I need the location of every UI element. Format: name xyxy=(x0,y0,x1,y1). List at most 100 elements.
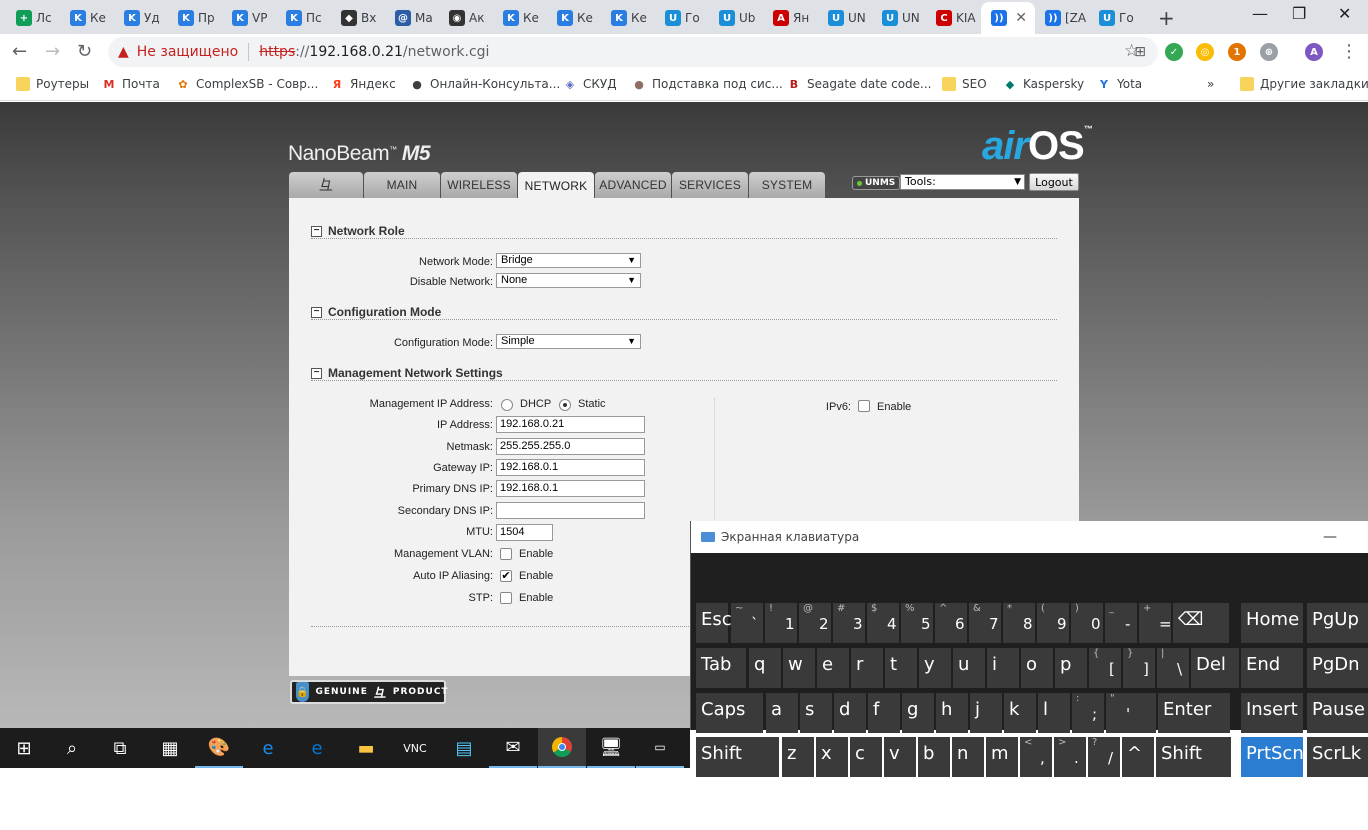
key-end[interactable]: End xyxy=(1241,648,1303,688)
key-y[interactable]: y xyxy=(919,648,951,688)
vnc-icon[interactable]: VNC xyxy=(391,728,439,768)
browser-tab[interactable]: K Пс xyxy=(278,6,330,30)
internet-explorer-icon[interactable]: e xyxy=(244,728,292,768)
key-g[interactable]: g xyxy=(902,693,934,733)
tab-services[interactable]: SERVICES xyxy=(672,172,748,198)
key-f[interactable]: f xyxy=(868,693,900,733)
forward-icon[interactable]: → xyxy=(45,41,60,62)
key-pgup[interactable]: PgUp xyxy=(1307,603,1368,643)
key-0[interactable]: ) 0 xyxy=(1071,603,1103,643)
bookmark-item[interactable]: ◈ СКУД xyxy=(563,77,617,91)
mgmt-vlan-checkbox[interactable] xyxy=(500,548,512,560)
key-v[interactable]: v xyxy=(884,737,916,777)
gateway-input[interactable]: 192.168.0.1 xyxy=(496,459,645,476)
key-9[interactable]: (9 xyxy=(1037,603,1069,643)
browser-tab[interactable]: A Ян xyxy=(765,6,817,30)
auto-ip-aliasing-checkbox[interactable]: ✔ xyxy=(500,570,512,582)
tab-advanced[interactable]: ADVANCED xyxy=(595,172,671,198)
key-insert[interactable]: Insert xyxy=(1241,693,1303,733)
restore-window-button[interactable]: ❐ xyxy=(1292,4,1306,23)
globe-extension-icon[interactable]: ⊕ xyxy=(1260,43,1278,61)
key-c[interactable]: c xyxy=(850,737,882,777)
network-app-icon[interactable]: ▤ xyxy=(440,728,488,768)
file-explorer-icon[interactable]: ▬ xyxy=(342,728,390,768)
disable-network-select[interactable]: None ▼ xyxy=(496,273,641,288)
browser-tab[interactable]: U UN xyxy=(820,6,872,30)
browser-tab[interactable]: K Ке xyxy=(603,6,655,30)
reload-icon[interactable]: ↻ xyxy=(77,41,92,62)
browser-tab[interactable]: C KIA xyxy=(928,6,980,30)
browser-tab[interactable]: ◆ Вх xyxy=(333,6,385,30)
other-bookmarks[interactable]: Другие закладки xyxy=(1240,77,1368,91)
key-esc[interactable]: Esc xyxy=(696,603,732,643)
key-o[interactable]: o xyxy=(1021,648,1053,688)
key-symbol[interactable]: >. xyxy=(1054,737,1086,777)
key-5[interactable]: % 5 xyxy=(901,603,933,643)
tools-select[interactable]: Tools: ▼ xyxy=(900,174,1025,190)
bookmark-item[interactable]: Роутеры xyxy=(16,77,89,91)
close-window-button[interactable]: ✕ xyxy=(1338,4,1351,23)
key-symbol[interactable]: _ - xyxy=(1105,603,1137,643)
key-n[interactable]: n xyxy=(952,737,984,777)
ubiquiti-logo-tab[interactable]: ⺔ xyxy=(289,172,363,198)
stp-checkbox[interactable] xyxy=(500,592,512,604)
key-symbol[interactable]: <, xyxy=(1020,737,1052,777)
key-j[interactable]: j xyxy=(970,693,1002,733)
key-e[interactable]: e xyxy=(817,648,849,688)
key-x[interactable]: x xyxy=(816,737,848,777)
shield-extension-icon[interactable]: ✓ xyxy=(1165,43,1183,61)
terminal-icon[interactable]: ▭ xyxy=(636,728,684,768)
tab-main[interactable]: MAIN xyxy=(364,172,440,198)
bookmark-item[interactable]: B Seagate date code... xyxy=(787,77,932,91)
osk-titlebar[interactable]: Экранная клавиатура — xyxy=(691,521,1368,553)
mail-icon[interactable]: ✉ xyxy=(489,728,537,768)
bookmark-item[interactable]: M Почта xyxy=(102,77,160,91)
key-u[interactable]: u xyxy=(953,648,985,688)
key-3[interactable]: #3 xyxy=(833,603,865,643)
key-4[interactable]: $4 xyxy=(867,603,899,643)
remote-desktop-icon[interactable]: 🖥 xyxy=(587,728,635,768)
section-network-role[interactable]: − Network Role xyxy=(311,224,1057,239)
key-7[interactable]: & 7 xyxy=(969,603,1001,643)
key-m[interactable]: m xyxy=(986,737,1018,777)
collapse-icon[interactable]: − xyxy=(311,225,322,237)
key-home[interactable]: Home xyxy=(1241,603,1303,643)
bookmark-item[interactable]: ● Онлайн-Консульта... xyxy=(410,77,560,91)
unms-indicator[interactable]: UNMS xyxy=(852,176,901,190)
key-caps[interactable]: Caps xyxy=(696,693,763,733)
bookmark-item[interactable]: SEO xyxy=(942,77,987,91)
browser-tab[interactable]: )) ✕ xyxy=(981,2,1035,34)
key-q[interactable]: q xyxy=(749,648,781,688)
task-view-icon[interactable]: ⧉ xyxy=(96,728,144,768)
key-shift[interactable]: Shift xyxy=(1156,737,1231,777)
extension-icon[interactable]: ◎ xyxy=(1196,43,1214,61)
search-icon[interactable]: ⌕ xyxy=(48,728,96,768)
bookmark-item[interactable]: ✿ ComplexSB - Совр... xyxy=(176,77,318,91)
bookmarks-overflow-button[interactable]: » xyxy=(1207,77,1214,91)
key-t[interactable]: t xyxy=(885,648,917,688)
browser-tab[interactable]: K Ке xyxy=(62,6,114,30)
key-shift[interactable]: Shift xyxy=(696,737,779,777)
new-tab-button[interactable]: + xyxy=(1158,6,1175,30)
key-k[interactable]: k xyxy=(1004,693,1036,733)
key-backspace[interactable]: ⌫ xyxy=(1173,603,1229,643)
key-symbol[interactable]: ? / xyxy=(1088,737,1120,777)
key-2[interactable]: @2 xyxy=(799,603,831,643)
key-symbol[interactable]: }] xyxy=(1123,648,1155,688)
section-configuration-mode[interactable]: − Configuration Mode xyxy=(311,305,1057,320)
key-8[interactable]: * 8 xyxy=(1003,603,1035,643)
mtu-input[interactable]: 1504 xyxy=(496,524,553,541)
browser-tab[interactable]: K Пр xyxy=(170,6,222,30)
close-tab-icon[interactable]: ✕ xyxy=(1015,10,1027,26)
key-d[interactable]: d xyxy=(834,693,866,733)
key-l[interactable]: l xyxy=(1038,693,1070,733)
address-bar[interactable]: ▲ Не защищено https://192.168.0.21/netwo… xyxy=(108,37,1158,67)
browser-tab[interactable]: K Ке xyxy=(549,6,601,30)
network-mode-select[interactable]: Bridge ▼ xyxy=(496,253,641,268)
menu-icon[interactable]: ⋮ xyxy=(1340,41,1358,62)
ipv6-checkbox[interactable] xyxy=(858,400,870,412)
bookmark-item[interactable]: Я Яндекс xyxy=(330,77,396,91)
paint-icon[interactable]: 🎨 xyxy=(195,728,243,768)
key-w[interactable]: w xyxy=(783,648,815,688)
key-symbol[interactable]: ^ xyxy=(1122,737,1154,777)
